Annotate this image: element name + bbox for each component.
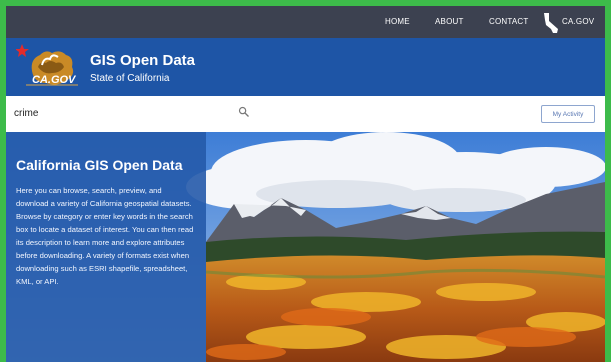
nav-about-link[interactable]: ABOUT [435, 17, 464, 26]
top-nav: HOME ABOUT CONTACT CA.GOV [6, 6, 605, 38]
nav-contact-link[interactable]: CONTACT [489, 17, 528, 26]
page-title: GIS Open Data [90, 52, 196, 69]
site-header: CA.GOV GIS Open Data State of California [6, 38, 605, 96]
intro-description: Here you can browse, search, preview, an… [16, 186, 194, 286]
search-bar: My Activity [6, 96, 605, 133]
browser-frame: HOME ABOUT CONTACT CA.GOV CA.GOV GIS Ope… [6, 6, 605, 362]
search-icon[interactable] [238, 106, 250, 118]
intro-title: California GIS Open Data [16, 157, 183, 173]
my-activity-button[interactable]: My Activity [541, 105, 595, 123]
california-map-icon[interactable] [542, 12, 560, 34]
logo-text: CA.GOV [32, 74, 76, 86]
page-subtitle: State of California [90, 73, 170, 84]
search-input[interactable] [14, 104, 254, 122]
nav-home-link[interactable]: HOME [385, 17, 410, 26]
intro-panel: California GIS Open Data Here you can br… [6, 132, 206, 362]
nav-cagov-link[interactable]: CA.GOV [562, 17, 594, 26]
